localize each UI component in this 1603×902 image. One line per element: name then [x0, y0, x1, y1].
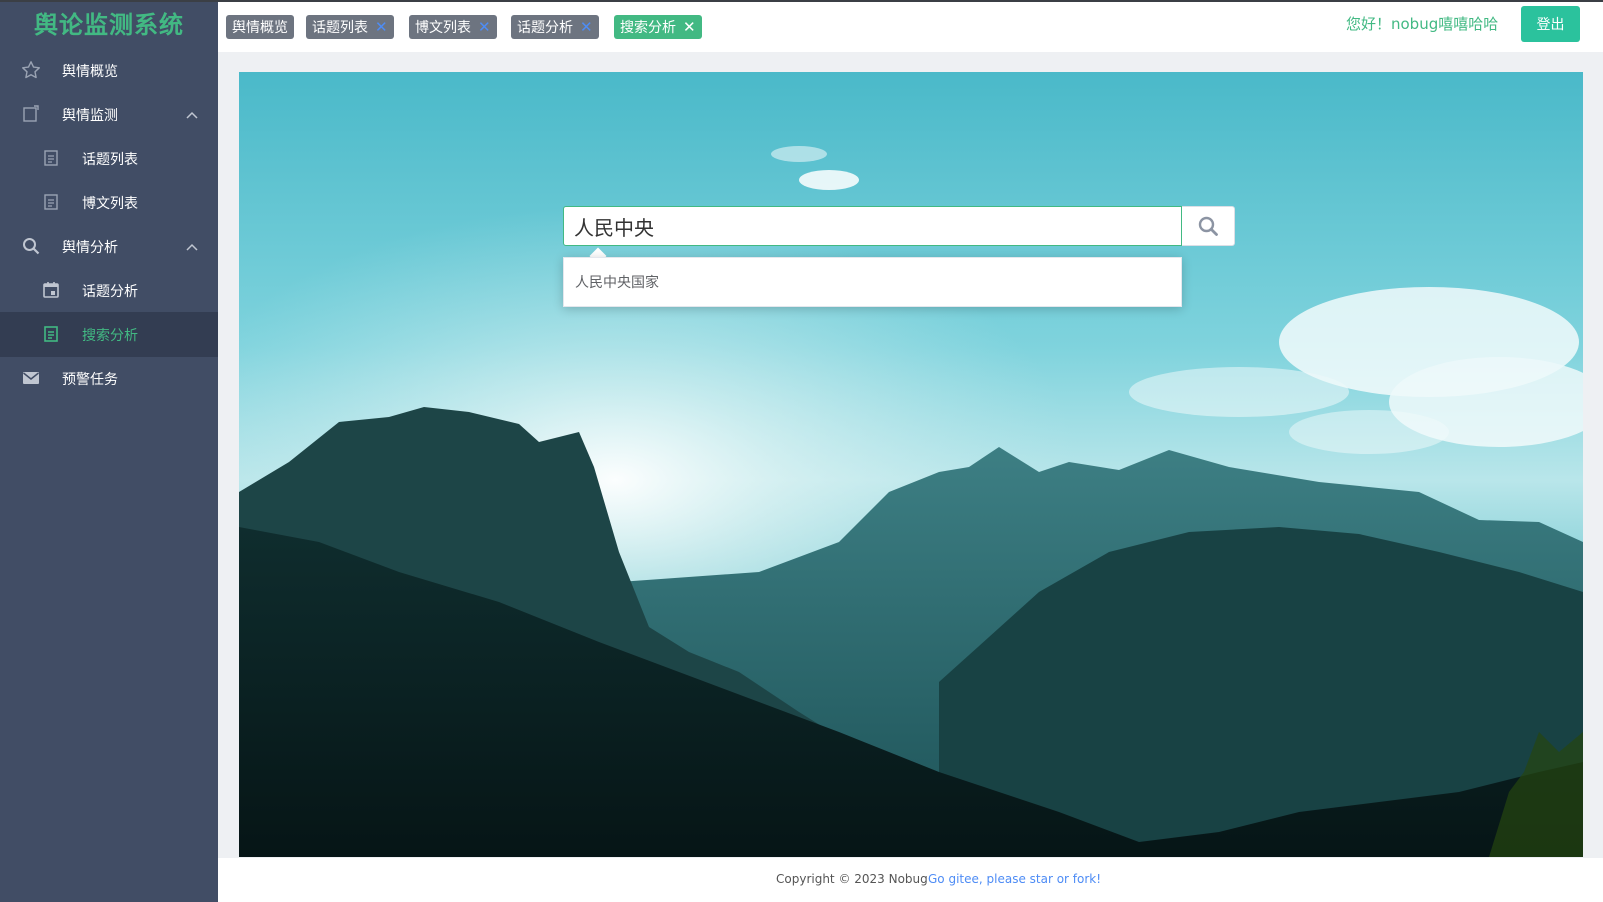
suggestion-item[interactable]: 人民中央国家: [564, 258, 1183, 308]
tab-post-list[interactable]: 博文列表 ✕: [409, 15, 497, 39]
sidebar: 舆论监测系统 舆情概览 舆情监测 话题列表 博文列表 舆情分析 话题分析 搜索分…: [0, 0, 218, 902]
mountain-landscape-image: [239, 72, 1583, 857]
logout-button[interactable]: 登出: [1521, 6, 1580, 42]
sidebar-item-label: 话题列表: [82, 152, 138, 168]
sidebar-item-overview[interactable]: 舆情概览: [0, 48, 218, 93]
window-top-border: [0, 0, 1603, 2]
search-input[interactable]: [563, 206, 1182, 246]
tab-topic-analysis[interactable]: 话题分析 ✕: [511, 15, 599, 39]
tab-label: 搜索分析: [620, 20, 676, 36]
sidebar-item-label: 舆情分析: [62, 240, 118, 256]
gitee-link[interactable]: Go gitee, please star or fork!: [928, 872, 1101, 886]
footer: Copyright © 2023 Nobug Go gitee, please …: [218, 858, 1603, 902]
search-icon: [1198, 216, 1218, 236]
sidebar-item-search-analysis[interactable]: 搜索分析: [0, 312, 218, 357]
close-icon[interactable]: ✕: [478, 19, 491, 35]
search-suggestions: 人民中央国家: [563, 257, 1182, 307]
sidebar-item-label: 舆情概览: [62, 64, 118, 80]
sidebar-item-monitoring[interactable]: 舆情监测: [0, 92, 218, 137]
sidebar-item-label: 博文列表: [82, 196, 138, 212]
document-icon: [41, 148, 61, 168]
sidebar-item-label: 搜索分析: [82, 328, 138, 344]
app-title: 舆论监测系统: [34, 11, 184, 39]
star-icon: [21, 60, 41, 80]
tab-search-analysis[interactable]: 搜索分析 ✕: [614, 15, 702, 39]
search-bar: [563, 206, 1235, 246]
search-button[interactable]: [1182, 206, 1235, 246]
close-icon[interactable]: ✕: [683, 19, 696, 35]
search-hero: 人民中央国家: [239, 72, 1583, 857]
close-icon[interactable]: ✕: [375, 19, 388, 35]
sidebar-item-topic-list[interactable]: 话题列表: [0, 136, 218, 181]
chevron-up-icon: [186, 111, 198, 119]
user-greeting: 您好！nobug嘻嘻哈哈: [1346, 15, 1499, 33]
sidebar-item-topic-analysis[interactable]: 话题分析: [0, 268, 218, 313]
sidebar-item-post-list[interactable]: 博文列表: [0, 180, 218, 225]
sidebar-item-alert-tasks[interactable]: 预警任务: [0, 356, 218, 401]
tab-label: 话题分析: [517, 20, 573, 36]
mail-icon: [21, 368, 41, 388]
tab-topic-list[interactable]: 话题列表 ✕: [306, 15, 394, 39]
copyright-text: Copyright © 2023 Nobug: [776, 872, 928, 886]
tab-label: 博文列表: [415, 20, 471, 36]
sidebar-item-label: 话题分析: [82, 284, 138, 300]
sidebar-item-label: 预警任务: [62, 372, 118, 388]
top-header: 舆情概览 话题列表 ✕ 博文列表 ✕ 话题分析 ✕ 搜索分析 ✕ 您好！nobu…: [218, 0, 1603, 52]
close-icon[interactable]: ✕: [580, 19, 593, 35]
tab-label: 话题列表: [312, 20, 368, 36]
monitor-icon: [21, 104, 41, 124]
document-icon: [41, 192, 61, 212]
sidebar-item-analysis[interactable]: 舆情分析: [0, 224, 218, 269]
search-icon: [21, 236, 41, 256]
chevron-up-icon: [186, 243, 198, 251]
tab-overview[interactable]: 舆情概览: [226, 15, 294, 39]
tab-label: 舆情概览: [232, 20, 288, 36]
document-icon: [41, 324, 61, 344]
calendar-icon: [41, 280, 61, 300]
sidebar-item-label: 舆情监测: [62, 108, 118, 124]
